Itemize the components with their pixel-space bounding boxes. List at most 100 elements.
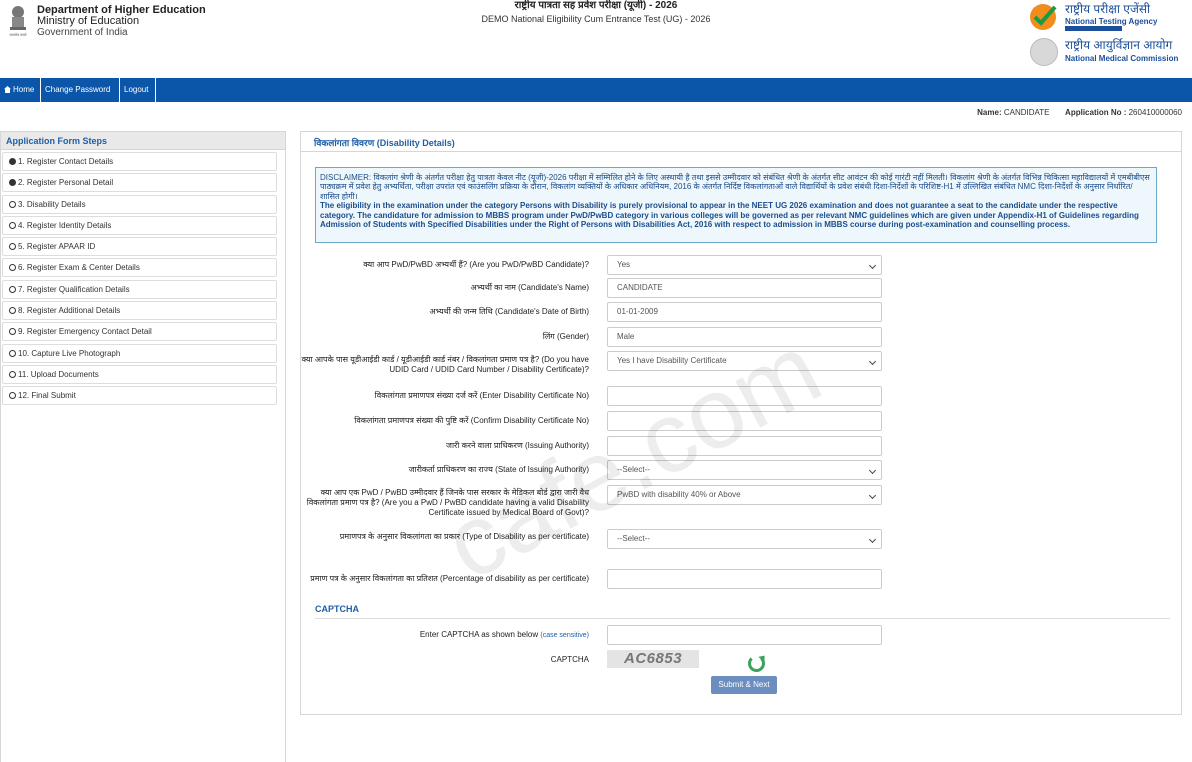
percent-field[interactable]	[607, 569, 882, 589]
sidebar-step-4[interactable]: 4. Register Identity Details	[2, 215, 277, 235]
sidebar-step-7[interactable]: 7. Register Qualification Details	[2, 279, 277, 299]
nav-logout[interactable]: Logout	[120, 78, 156, 102]
step-pending-icon	[9, 349, 16, 357]
sidebar-step-label: 9. Register Emergency Contact Detail	[18, 327, 152, 337]
captcha-label: CAPTCHA	[550, 655, 589, 664]
state-select[interactable]: --Select--	[607, 460, 882, 480]
step-complete-icon	[9, 158, 16, 165]
percent-label: प्रमाण पत्र के अनुसार विकलांगता का प्रति…	[310, 574, 589, 583]
captcha-section-title: CAPTCHA	[315, 604, 359, 614]
sidebar-title: Application Form Steps	[1, 132, 285, 150]
dept-line2: Ministry of Education	[37, 15, 140, 27]
disclaimer-hindi: DISCLAIMER: विकलांग श्रेणी के अंतर्गत पर…	[320, 173, 1150, 201]
type-select[interactable]: --Select--	[607, 529, 882, 549]
pwd-select[interactable]: Yes	[607, 255, 882, 275]
disclaimer-box: DISCLAIMER: विकलांग श्रेणी के अंतर्गत पर…	[315, 167, 1157, 243]
cert-confirm-field[interactable]	[607, 411, 882, 431]
type-label: प्रमाणपत्र के अनुसार विकलांगता का प्रकार…	[339, 532, 589, 541]
disability-panel: विकलांगता विवरण (Disability Details) DIS…	[300, 131, 1182, 715]
nav-home-label: Home	[13, 85, 35, 94]
captcha-divider	[315, 618, 1170, 619]
top-nav: Home Change Password Logout	[0, 78, 1192, 102]
authority-label: जारी करने वाला प्राधिकरण (Issuing Author…	[446, 441, 589, 450]
dept-line3: Government of India	[37, 27, 128, 38]
sidebar-step-label: 8. Register Additional Details	[18, 306, 121, 316]
cert-no-field[interactable]	[607, 386, 882, 406]
panel-title: विकलांगता विवरण (Disability Details)	[301, 132, 1181, 152]
department-title: Department of Higher Education Ministry …	[37, 5, 206, 39]
exam-title: राष्ट्रीय पात्रता सह प्रवेश परीक्षा (यूज…	[380, 0, 812, 26]
sidebar-step-6[interactable]: 6. Register Exam & Center Details	[2, 258, 277, 278]
submit-next-button[interactable]: Submit & Next	[711, 676, 777, 694]
udid-select[interactable]: Yes I have Disability Certificate	[607, 351, 882, 371]
exam-title-hindi: राष्ट्रीय पात्रता सह प्रवेश परीक्षा (यूज…	[514, 0, 678, 11]
dob-field[interactable]: 01-01-2009	[607, 302, 882, 322]
steps-list: 1. Register Contact Details 2. Register P…	[1, 150, 285, 406]
sidebar-step-2[interactable]: 2. Register Personal Detail	[2, 173, 277, 193]
step-pending-icon	[9, 221, 16, 229]
national-emblem-icon: सत्यमेव जयते	[9, 6, 28, 37]
nta-logo: राष्ट्रीय परीक्षा एजेंसी National Testin…	[1029, 3, 1189, 33]
nav-change-password[interactable]: Change Password	[41, 78, 120, 102]
gender-label: लिंग (Gender)	[542, 332, 589, 341]
nmc-english: National Medical Commission	[1065, 54, 1179, 63]
step-pending-icon	[9, 392, 16, 400]
step-pending-icon	[9, 370, 16, 378]
authority-field[interactable]	[607, 436, 882, 456]
sidebar-step-label: 11. Upload Documents	[18, 369, 99, 379]
medboard-select[interactable]: PwBD with disability 40% or Above	[607, 485, 882, 505]
step-pending-icon	[9, 307, 16, 315]
step-pending-icon	[9, 243, 16, 251]
step-pending-icon	[9, 328, 16, 336]
refresh-captcha-icon[interactable]	[748, 655, 765, 672]
sidebar-step-9[interactable]: 9. Register Emergency Contact Detail	[2, 322, 277, 342]
sidebar-step-label: 2. Register Personal Detail	[18, 178, 114, 188]
sidebar-step-3[interactable]: 3. Disability Details	[2, 194, 277, 214]
case-sensitive-note: (case sensitive)	[540, 632, 589, 639]
disclaimer-english: The eligibility in the examination under…	[320, 201, 1139, 230]
sidebar-step-label: 4. Register Identity Details	[18, 220, 112, 230]
sidebar-step-label: 7. Register Qualification Details	[18, 284, 130, 294]
sidebar-step-1[interactable]: 1. Register Contact Details	[2, 152, 277, 171]
sidebar-step-label: 6. Register Exam & Center Details	[18, 263, 140, 273]
nta-tagline-bar	[1065, 26, 1122, 31]
steps-sidebar: Application Form Steps 1. Register Conta…	[0, 131, 286, 762]
nmc-hindi: राष्ट्रीय आयुर्विज्ञान आयोग	[1065, 38, 1173, 52]
sidebar-step-label: 12. Final Submit	[18, 391, 76, 401]
dob-label: अभ्यर्थी की जन्म तिथि (Candidate's Date …	[429, 307, 589, 316]
cert-confirm-label: विकलांगता प्रमाणपत्र संख्या की पुष्टि कर…	[354, 416, 589, 425]
gender-field[interactable]: Male	[607, 327, 882, 347]
captcha-input[interactable]	[607, 625, 882, 645]
nav-home[interactable]: Home	[0, 78, 41, 102]
exam-title-english: DEMO National Eligibility Cum Entrance T…	[481, 14, 711, 24]
sidebar-step-label: 1. Register Contact Details	[18, 157, 114, 166]
nmc-emblem-icon	[1030, 38, 1058, 66]
nta-english: National Testing Agency	[1065, 17, 1158, 26]
sidebar-step-10[interactable]: 10. Capture Live Photograph	[2, 343, 277, 363]
sidebar-step-label: 10. Capture Live Photograph	[18, 348, 121, 358]
candidate-info: Name: CANDIDATE Application No : 2604100…	[0, 108, 1182, 117]
cert-no-label: विकलांगता प्रमाणपत्र संख्या दर्ज करें (E…	[374, 391, 589, 400]
svg-text:सत्यमेव जयते: सत्यमेव जयते	[9, 32, 27, 37]
step-pending-icon	[9, 285, 16, 293]
pwd-label: क्या आप PwD/PwBD अभ्यर्थी हैं? (Are you …	[363, 260, 589, 269]
candidate-name-field[interactable]: CANDIDATE	[607, 278, 882, 298]
nta-hindi: राष्ट्रीय परीक्षा एजेंसी	[1065, 2, 1151, 16]
state-label: जारीकर्ता प्राधिकरण का राज्य (State of I…	[408, 465, 589, 474]
nta-check-icon	[1030, 4, 1057, 30]
step-pending-icon	[9, 200, 16, 208]
application-value: 260410000060	[1128, 108, 1182, 117]
sidebar-step-12[interactable]: 12. Final Submit	[2, 386, 277, 406]
sidebar-step-11[interactable]: 11. Upload Documents	[2, 364, 277, 384]
step-complete-icon	[9, 179, 16, 187]
captcha-image: AC6853	[607, 650, 699, 668]
home-icon	[4, 86, 11, 93]
sidebar-step-5[interactable]: 5. Register APAAR ID	[2, 237, 277, 257]
candidate-name-label: अभ्यर्थी का नाम (Candidate's Name)	[470, 283, 589, 292]
nmc-logo: राष्ट्रीय आयुर्विज्ञान आयोग National Med…	[1029, 37, 1189, 67]
udid-label: क्या आपके पास यूडीआईडी कार्ड / यूडीआईडी …	[301, 355, 589, 374]
captcha-enter-text: Enter CAPTCHA as shown below	[419, 630, 539, 639]
sidebar-step-8[interactable]: 8. Register Additional Details	[2, 301, 277, 321]
site-header: सत्यमेव जयते Department of Higher Educat…	[0, 0, 1192, 77]
name-label: Name:	[977, 108, 1002, 117]
